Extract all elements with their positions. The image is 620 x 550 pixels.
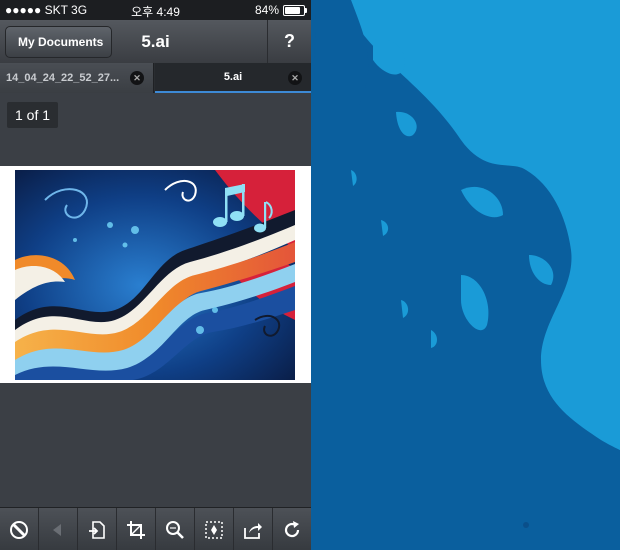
battery-fill (285, 6, 300, 14)
battery-icon (283, 4, 307, 16)
previous-page-button[interactable] (39, 508, 78, 550)
zoom-icon (166, 520, 184, 539)
tab-document-previous[interactable]: 14_04_24_22_52_27... ✕ (0, 63, 154, 93)
crop-icon (127, 520, 145, 539)
navigation-bar: My Documents 5.ai ? (0, 20, 311, 64)
previous-arrow-icon (53, 523, 61, 536)
bottom-toolbar (0, 507, 311, 550)
fit-selection-button[interactable] (195, 508, 234, 550)
crop-button[interactable] (117, 508, 156, 550)
import-page-button[interactable] (78, 508, 117, 550)
tab-document-active[interactable]: 5.ai ✕ (155, 63, 311, 93)
color-mode-icon (10, 520, 28, 539)
battery-indicator: 84% (254, 3, 307, 17)
import-page-icon (89, 520, 105, 539)
fit-selection-icon (205, 520, 223, 539)
phone-screen: ●●●●● SKT 3G 오후 4:49 84% My Documents 5.… (0, 0, 311, 550)
help-button[interactable]: ? (267, 20, 311, 63)
document-tabs: 14_04_24_22_52_27... ✕ 5.ai ✕ (0, 63, 311, 93)
color-mode-button[interactable] (0, 508, 39, 550)
close-tab-icon[interactable]: ✕ (288, 71, 302, 85)
page-counter: 1 of 1 (7, 102, 59, 128)
document-page[interactable] (0, 166, 311, 383)
wallpaper-artwork (311, 0, 620, 550)
status-bar: ●●●●● SKT 3G 오후 4:49 84% (0, 0, 311, 20)
share-icon (244, 522, 262, 539)
close-tab-icon[interactable]: ✕ (130, 71, 144, 85)
tab-label: 14_04_24_22_52_27... (6, 72, 120, 84)
document-artwork (15, 170, 295, 380)
rotate-button[interactable] (273, 508, 311, 550)
back-button-my-documents[interactable]: My Documents (5, 26, 113, 58)
zoom-button[interactable] (156, 508, 195, 550)
rotate-icon (284, 520, 300, 537)
battery-percent: 84% (254, 3, 279, 17)
share-button[interactable] (234, 508, 273, 550)
tab-label: 5.ai (223, 71, 243, 83)
